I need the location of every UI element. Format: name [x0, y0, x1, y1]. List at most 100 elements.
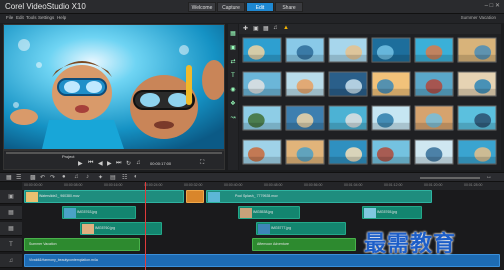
- library-thumbnail[interactable]: [242, 139, 282, 165]
- music-track-header[interactable]: ♫: [0, 254, 22, 268]
- title-track-header[interactable]: T: [0, 238, 22, 252]
- library-thumbnail[interactable]: [242, 37, 282, 63]
- library-thumbnail[interactable]: [242, 71, 282, 97]
- tab-capture[interactable]: Capture: [217, 2, 245, 12]
- volume-icon[interactable]: ♫: [136, 160, 141, 166]
- video-clip[interactable]: Waterslide2_ 960380.mov: [24, 190, 184, 203]
- library-thumbnail[interactable]: [285, 139, 325, 165]
- overlay-track-1-header[interactable]: ▦: [0, 206, 22, 220]
- library-thumbnail[interactable]: [414, 71, 454, 97]
- fit-project-icon[interactable]: ↔: [486, 174, 492, 180]
- storyboard-view-icon[interactable]: ▦: [6, 174, 12, 181]
- enlarge-icon[interactable]: ⛶: [200, 160, 204, 167]
- track-manager-icon[interactable]: ▩: [30, 174, 36, 181]
- show-photos-icon[interactable]: ▦: [263, 25, 269, 32]
- motion-tracking-icon[interactable]: ✦: [98, 174, 103, 181]
- undo-icon[interactable]: ↶: [40, 174, 45, 181]
- tab-share[interactable]: Share: [275, 2, 303, 12]
- library-thumbnail[interactable]: [328, 105, 368, 131]
- library-thumbnail[interactable]: [414, 105, 454, 131]
- library-thumbnails: [242, 37, 497, 165]
- timeline-view-icon[interactable]: ☰: [16, 174, 21, 181]
- show-audio-icon[interactable]: ♫: [273, 25, 278, 31]
- step-forward-icon[interactable]: ▶: [107, 160, 112, 167]
- close-icon[interactable]: ✕: [495, 3, 500, 9]
- clip-label: IMG5763.jpg: [77, 210, 98, 214]
- import-folder-icon[interactable]: ▲: [283, 25, 289, 31]
- library-thumbnail[interactable]: [242, 105, 282, 131]
- repeat-icon[interactable]: ↻: [126, 160, 131, 167]
- library-thumbnail[interactable]: [371, 105, 411, 131]
- library-thumbnail[interactable]: [285, 37, 325, 63]
- maximize-icon[interactable]: □: [490, 3, 494, 9]
- video-track-header[interactable]: ▣: [0, 190, 22, 204]
- video-clip[interactable]: Pool Splash_ 7779928.mov: [206, 190, 432, 203]
- subtitle-icon[interactable]: ▤: [110, 174, 116, 181]
- add-folder-icon[interactable]: ✚: [243, 25, 248, 32]
- clip-thumbnail: [82, 224, 94, 234]
- watermark-text: 最需教育: [364, 232, 457, 257]
- tab-welcome[interactable]: Welcome: [188, 2, 216, 12]
- menu-edit[interactable]: Edit: [16, 15, 24, 20]
- redo-icon[interactable]: ↷: [50, 174, 55, 181]
- library-thumbnail[interactable]: [285, 105, 325, 131]
- library-thumbnail[interactable]: [457, 139, 497, 165]
- clip-thumbnail: [240, 208, 252, 218]
- library-thumbnail[interactable]: [414, 139, 454, 165]
- menu-tools[interactable]: Tools: [26, 15, 37, 20]
- menu-settings[interactable]: Settings: [38, 15, 54, 20]
- library-thumbnail[interactable]: [457, 37, 497, 63]
- play-mode-label[interactable]: Project: [62, 154, 74, 159]
- transition-icon[interactable]: ⇄: [229, 58, 237, 66]
- record-icon[interactable]: ●: [62, 174, 66, 180]
- graphic-icon[interactable]: ◉: [229, 86, 237, 94]
- library-thumbnail[interactable]: [285, 71, 325, 97]
- play-icon[interactable]: ▶: [78, 160, 83, 167]
- multicam-icon[interactable]: ☷: [122, 174, 127, 181]
- title-icon[interactable]: T: [229, 72, 237, 80]
- media-icon[interactable]: ▦: [229, 30, 237, 38]
- library-thumbnail[interactable]: [457, 105, 497, 131]
- ruler-tick: 00:00:40:00: [224, 183, 243, 187]
- clip-label: Vivaldi&Harmony_beautycontemplation.m4a: [29, 258, 98, 262]
- zoom-slider[interactable]: [420, 177, 480, 179]
- menu-help[interactable]: Help: [57, 15, 66, 20]
- show-videos-icon[interactable]: ▣: [253, 25, 259, 32]
- window-controls[interactable]: – □ ✕: [470, 2, 500, 11]
- ruler-tick: 00:00:08:00: [64, 183, 83, 187]
- library-thumbnail[interactable]: [371, 71, 411, 97]
- overlay-track-2-header[interactable]: ▦: [0, 222, 22, 236]
- mask-icon[interactable]: ◐: [134, 174, 138, 180]
- tab-edit[interactable]: Edit: [246, 2, 274, 12]
- player-preview[interactable]: [3, 24, 225, 150]
- overlay-clip[interactable]: IMG5760.jpg: [80, 222, 162, 235]
- mixer-icon[interactable]: ♫: [74, 174, 79, 180]
- library-thumbnail[interactable]: [414, 37, 454, 63]
- instant-project-icon[interactable]: ▣: [229, 44, 237, 52]
- minimize-icon[interactable]: –: [485, 3, 488, 9]
- overlay-clip[interactable]: IMG5765.jpg: [362, 206, 422, 219]
- title-clip[interactable]: Afternoon Adventure: [252, 238, 356, 251]
- auto-music-icon[interactable]: ♪: [86, 174, 89, 180]
- skip-end-icon[interactable]: ⏭: [116, 160, 121, 167]
- overlay-clip[interactable]: IMG5777.jpg: [256, 222, 346, 235]
- library-thumbnail[interactable]: [371, 37, 411, 63]
- library-thumbnail[interactable]: [457, 71, 497, 97]
- playhead[interactable]: [145, 182, 146, 270]
- transition-clip[interactable]: [186, 190, 204, 203]
- scrubber-track[interactable]: [6, 152, 222, 154]
- path-icon[interactable]: ↝: [229, 114, 237, 122]
- library-thumbnail[interactable]: [328, 37, 368, 63]
- library-thumbnail[interactable]: [328, 71, 368, 97]
- library-thumbnail[interactable]: [328, 139, 368, 165]
- step-back-icon[interactable]: ◀: [98, 160, 103, 167]
- overlay-clip[interactable]: IMG5538.jpg: [238, 206, 300, 219]
- library-thumbnail[interactable]: [371, 139, 411, 165]
- timeline-ruler[interactable]: 00:00:00:00 00:00:08:00 00:00:16:00 00:0…: [22, 182, 504, 190]
- overlay-clip[interactable]: IMG5763.jpg: [62, 206, 136, 219]
- menu-file[interactable]: File: [6, 15, 13, 20]
- skip-start-icon[interactable]: ⏮: [88, 160, 93, 167]
- timecode[interactable]: 00:00:17:00: [150, 161, 171, 166]
- filter-icon[interactable]: ❖: [229, 100, 237, 108]
- title-clip[interactable]: Summer Vacation: [24, 238, 140, 251]
